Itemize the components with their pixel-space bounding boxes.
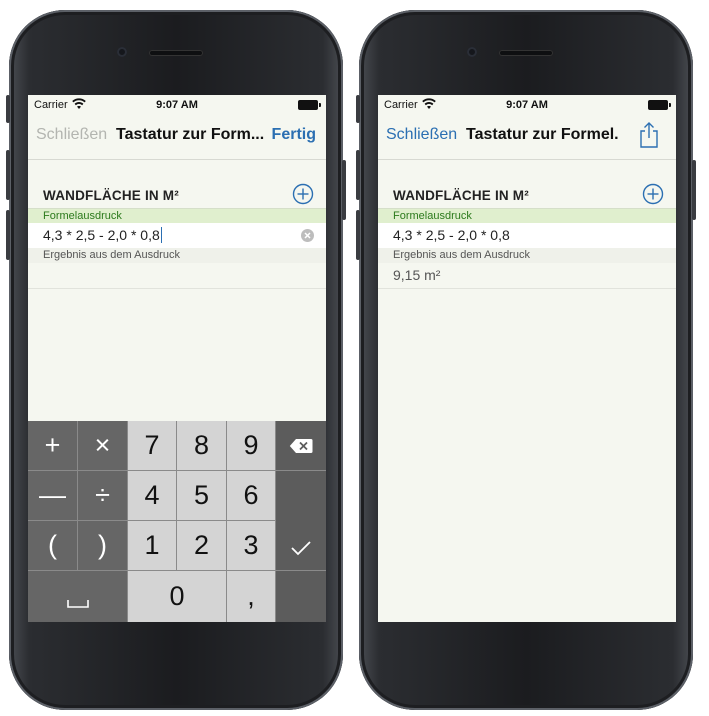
result-field xyxy=(28,263,326,289)
result-label: Ergebnis aus dem Ausdruck xyxy=(28,248,326,263)
phone-right: Carrier 9:07 AM Schließen Tastatur zur F… xyxy=(356,10,696,710)
done-button[interactable]: Fertig xyxy=(272,126,316,144)
add-icon[interactable] xyxy=(292,183,314,205)
key-space[interactable] xyxy=(28,571,127,622)
key-backspace[interactable] xyxy=(276,421,326,470)
nav-title: Tastatur zur Formel... xyxy=(466,126,618,143)
backspace-icon xyxy=(289,438,313,453)
earpiece-speaker xyxy=(499,50,553,56)
formula-input-text[interactable]: 4,3 * 2,5 - 2,0 * 0,8 xyxy=(43,227,162,243)
volume-up-button xyxy=(356,150,360,200)
key-confirm[interactable] xyxy=(276,471,326,570)
formula-input[interactable]: 4,3 * 2,5 - 2,0 * 0,8 xyxy=(28,223,326,249)
volume-down-button xyxy=(356,210,360,260)
key-5[interactable]: 5 xyxy=(177,471,226,520)
section-title: WANDFLÄCHE IN M² xyxy=(43,188,179,203)
key-minus[interactable]: — xyxy=(28,471,77,520)
add-icon[interactable] xyxy=(642,183,664,205)
power-button xyxy=(692,160,696,220)
space-icon xyxy=(66,599,89,608)
formula-label: Formelausdruck xyxy=(28,208,326,223)
battery-icon xyxy=(648,100,671,110)
clear-icon[interactable] xyxy=(301,229,314,242)
key-4[interactable]: 4 xyxy=(128,471,176,520)
formula-input-text[interactable]: 4,3 * 2,5 - 2,0 * 0,8 xyxy=(393,227,510,243)
key-close-paren[interactable]: ) xyxy=(78,521,127,570)
key-plus[interactable]: + xyxy=(28,421,77,470)
result-field: 9,15 m² xyxy=(378,263,676,289)
phone-left: Carrier 9:07 AM Schließen Tastatur zur F… xyxy=(6,10,346,710)
checkmark-icon xyxy=(291,540,311,555)
key-open-paren[interactable]: ( xyxy=(28,521,77,570)
screen-left: Carrier 9:07 AM Schließen Tastatur zur F… xyxy=(28,95,326,622)
status-bar: Carrier 9:07 AM xyxy=(378,95,676,115)
nav-title: Tastatur zur Form... xyxy=(116,126,265,143)
volume-up-button xyxy=(6,150,10,200)
earpiece-speaker xyxy=(149,50,203,56)
mute-switch xyxy=(356,95,360,123)
share-icon[interactable] xyxy=(638,121,660,149)
power-button xyxy=(342,160,346,220)
formula-keypad: + × 7 8 9 — ÷ 4 5 6 () 1 2 3 0 , xyxy=(28,421,326,622)
formula-input[interactable]: 4,3 * 2,5 - 2,0 * 0,8 xyxy=(378,223,676,249)
key-7[interactable]: 7 xyxy=(128,421,176,470)
clock: 9:07 AM xyxy=(506,99,548,111)
section-title: WANDFLÄCHE IN M² xyxy=(393,188,529,203)
key-divide[interactable]: ÷ xyxy=(78,471,127,520)
screen-right: Carrier 9:07 AM Schließen Tastatur zur F… xyxy=(378,95,676,622)
text-caret xyxy=(160,227,162,243)
battery-icon xyxy=(298,100,321,110)
volume-down-button xyxy=(6,210,10,260)
key-1[interactable]: 1 xyxy=(128,521,176,570)
close-button[interactable]: Schließen xyxy=(36,126,107,144)
result-value: 9,15 m² xyxy=(393,267,441,283)
status-bar: Carrier 9:07 AM xyxy=(28,95,326,115)
key-comma[interactable]: , xyxy=(227,571,275,622)
formula-label: Formelausdruck xyxy=(378,208,676,223)
key-blank xyxy=(276,571,326,622)
close-button[interactable]: Schließen xyxy=(386,126,457,144)
key-6[interactable]: 6 xyxy=(227,471,275,520)
clock: 9:07 AM xyxy=(156,99,198,111)
navigation-bar: Schließen Tastatur zur Formel... xyxy=(378,115,676,160)
front-camera xyxy=(467,47,477,57)
key-2[interactable]: 2 xyxy=(177,521,226,570)
key-8[interactable]: 8 xyxy=(177,421,226,470)
key-3[interactable]: 3 xyxy=(227,521,275,570)
front-camera xyxy=(117,47,127,57)
result-label: Ergebnis aus dem Ausdruck xyxy=(378,248,676,263)
mute-switch xyxy=(6,95,10,123)
key-0[interactable]: 0 xyxy=(128,571,226,622)
navigation-bar: Schließen Tastatur zur Form... Fertig xyxy=(28,115,326,160)
key-multiply[interactable]: × xyxy=(78,421,127,470)
key-9[interactable]: 9 xyxy=(227,421,275,470)
